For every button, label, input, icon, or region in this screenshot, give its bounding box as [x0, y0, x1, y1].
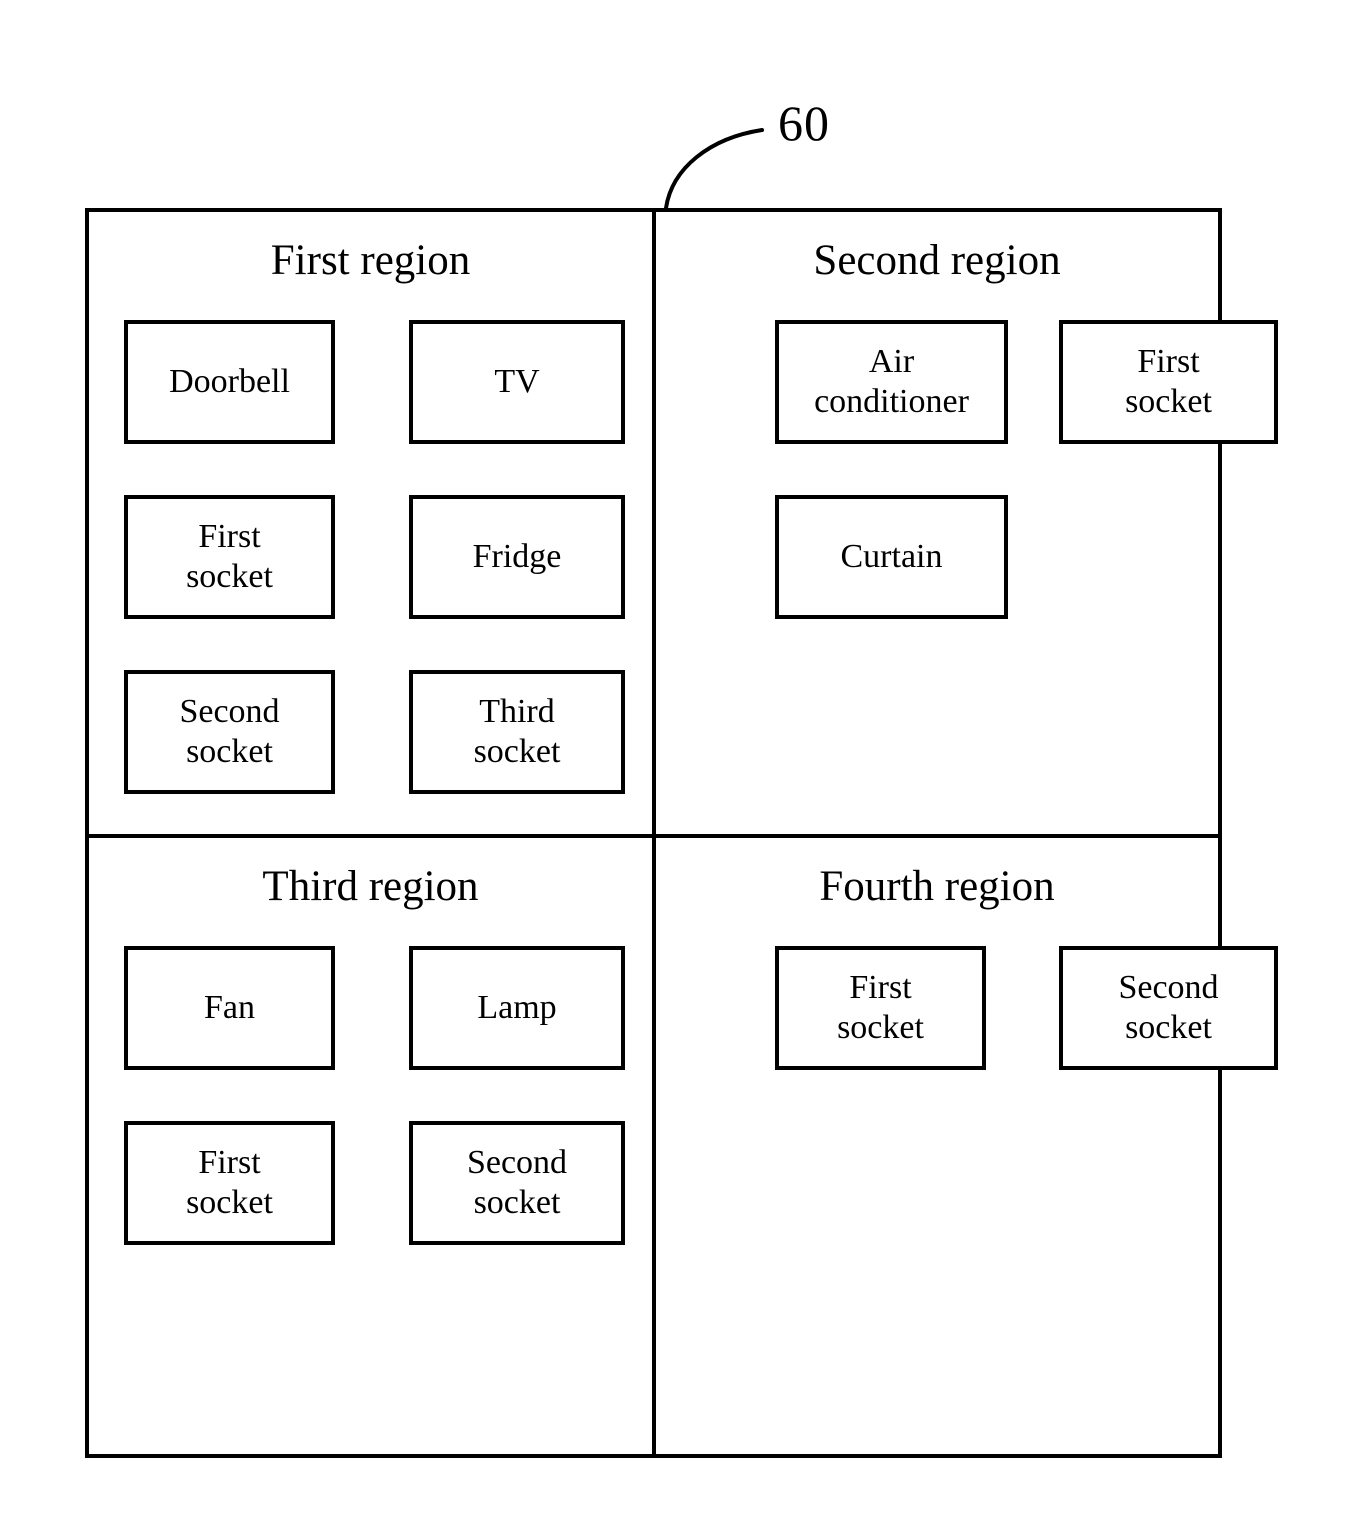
device-label: Curtain — [840, 537, 943, 575]
region-first-title: First region — [270, 237, 471, 284]
device-row: Air conditioner First socket — [656, 320, 1278, 444]
device-box-tv[interactable]: TV — [409, 320, 625, 444]
device-box-air-conditioner[interactable]: Air conditioner — [775, 320, 1008, 444]
device-label: Fan — [204, 988, 255, 1026]
device-box-first-socket[interactable]: First socket — [124, 495, 335, 619]
device-label: TV — [494, 362, 540, 400]
device-label: Second socket — [466, 1143, 568, 1221]
region-third-title: Third region — [262, 863, 479, 910]
device-label: First socket — [186, 517, 273, 595]
device-label: First socket — [1125, 342, 1212, 420]
device-label: Air conditioner — [814, 342, 969, 420]
device-label: First socket — [837, 968, 924, 1046]
device-label: Second socket — [1118, 968, 1219, 1046]
device-row: Second socket Third socket — [89, 670, 652, 794]
region-fourth-title: Fourth region — [819, 863, 1055, 910]
region-fourth-device-grid: First socket Second socket — [656, 946, 1278, 1121]
device-label: Second socket — [179, 692, 280, 770]
device-label: Lamp — [477, 988, 557, 1026]
device-box-second-socket[interactable]: Second socket — [124, 670, 335, 794]
device-box-curtain[interactable]: Curtain — [775, 495, 1008, 619]
device-row: Fan Lamp — [89, 946, 652, 1070]
device-label: Third socket — [473, 692, 561, 770]
region-second-title: Second region — [813, 237, 1061, 284]
device-row: First socket Second socket — [89, 1121, 652, 1245]
region-second: Second region Air conditioner First socket… — [656, 212, 1278, 834]
region-third: Third region Fan Lamp First socket Second… — [89, 838, 652, 1454]
device-row: Doorbell TV — [89, 320, 652, 444]
region-third-device-grid: Fan Lamp First socket Second socket — [89, 946, 652, 1296]
device-box-third-socket[interactable]: Third socket — [409, 670, 625, 794]
device-box-second-socket[interactable]: Second socket — [1059, 946, 1278, 1070]
region-fourth: Fourth region First socket Second socket — [656, 838, 1278, 1454]
device-row: Curtain — [656, 495, 1218, 619]
device-box-fan[interactable]: Fan — [124, 946, 335, 1070]
device-box-fridge[interactable]: Fridge — [409, 495, 625, 619]
device-box-first-socket[interactable]: First socket — [775, 946, 986, 1070]
device-row: First socket Fridge — [89, 495, 652, 619]
smart-home-region-map: First region Doorbell TV First socket Fri… — [85, 208, 1278, 1458]
device-box-first-socket[interactable]: First socket — [1059, 320, 1278, 444]
device-label: Doorbell — [169, 362, 290, 400]
device-box-lamp[interactable]: Lamp — [409, 946, 625, 1070]
leader-line — [664, 128, 764, 210]
device-box-doorbell[interactable]: Doorbell — [124, 320, 335, 444]
device-box-first-socket[interactable]: First socket — [124, 1121, 335, 1245]
figure-canvas: 60 First region Doorbell TV First socket… — [0, 0, 1366, 1527]
device-box-second-socket[interactable]: Second socket — [409, 1121, 625, 1245]
region-second-device-grid: Air conditioner First socket Curtain — [656, 320, 1278, 670]
region-first: First region Doorbell TV First socket Fri… — [89, 212, 652, 834]
device-label: First socket — [186, 1143, 273, 1221]
device-label: Fridge — [472, 537, 562, 575]
region-first-device-grid: Doorbell TV First socket Fridge Second s… — [89, 320, 652, 845]
device-row: First socket Second socket — [656, 946, 1278, 1070]
